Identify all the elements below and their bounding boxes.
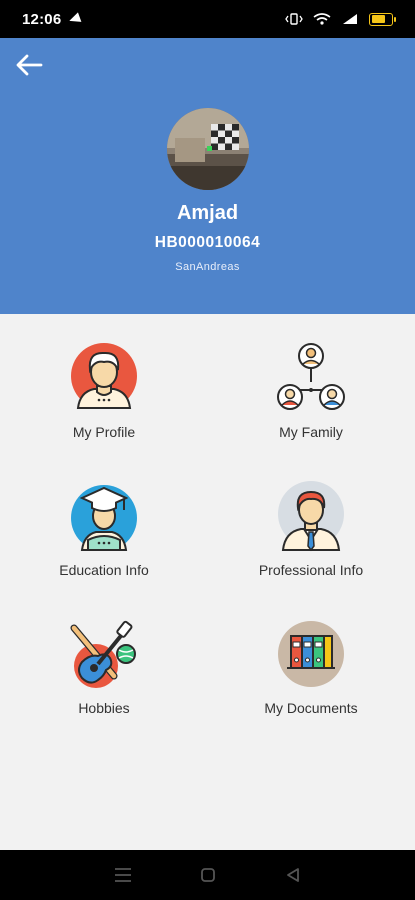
back-button[interactable] [281, 863, 305, 887]
home-button[interactable] [196, 863, 220, 887]
binders-icon [278, 621, 344, 687]
menu-label: My Documents [264, 700, 358, 716]
menu-grid: My Profile My Family Education Info Prof… [0, 314, 415, 850]
menu-lines-icon [114, 868, 131, 882]
menu-label: Hobbies [78, 700, 130, 716]
menu-label: My Family [279, 424, 343, 440]
status-time: 12:06 [22, 10, 62, 28]
recent-apps-button[interactable] [111, 863, 135, 887]
status-icons [285, 12, 396, 26]
menu-label: Professional Info [258, 562, 364, 578]
member-id: HB000010064 [154, 234, 261, 251]
menu-item-my-documents[interactable]: My Documents [226, 618, 396, 738]
profile-icon [71, 343, 137, 409]
menu-item-hobbies[interactable]: Hobbies [19, 618, 189, 738]
avatar[interactable] [167, 108, 249, 190]
family-icon [277, 343, 345, 410]
guitar-icon [70, 620, 136, 688]
profile-header: Amjad HB000010064 SanAndreas [0, 38, 415, 314]
user-city: SanAndreas [175, 261, 240, 273]
vibrate-icon [285, 13, 303, 25]
graduate-icon [71, 485, 137, 551]
menu-item-my-family[interactable]: My Family [226, 342, 396, 462]
menu-label: My Profile [72, 424, 136, 440]
home-square-icon [200, 868, 215, 882]
professional-icon [278, 481, 344, 552]
status-bar: 12:06 [0, 0, 415, 38]
signal-icon [343, 14, 357, 24]
battery-icon [369, 12, 396, 26]
wifi-icon [313, 13, 331, 25]
menu-item-professional-info[interactable]: Professional Info [226, 480, 396, 600]
back-arrow-icon[interactable] [14, 52, 44, 78]
menu-label: Education Info [59, 562, 149, 578]
avatar-photo [167, 108, 249, 190]
system-nav-bar [0, 850, 415, 900]
navigation-arrow-icon [67, 12, 82, 26]
menu-item-my-profile[interactable]: My Profile [19, 342, 189, 462]
user-name: Amjad [176, 202, 239, 224]
menu-item-education-info[interactable]: Education Info [19, 480, 189, 600]
back-triangle-icon [286, 868, 299, 882]
